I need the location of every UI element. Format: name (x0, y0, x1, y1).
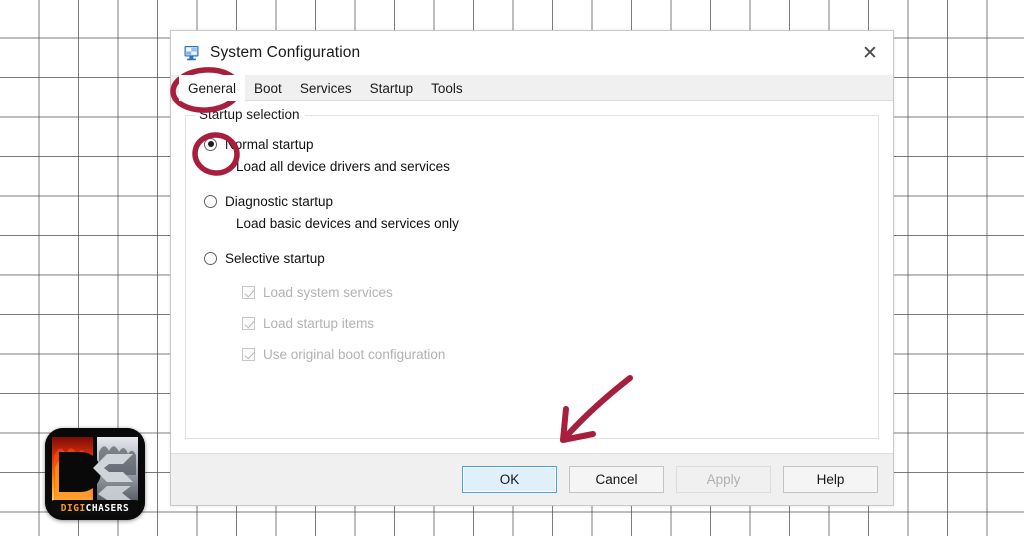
radio-normal-startup-label: Normal startup (225, 136, 314, 152)
radio-normal-startup-indicator[interactable] (204, 137, 217, 151)
close-icon[interactable]: ✕ (847, 31, 893, 75)
tab-services[interactable]: Services (291, 75, 361, 101)
tab-services-label: Services (299, 80, 352, 96)
radio-selective-startup-indicator[interactable] (204, 251, 217, 265)
system-configuration-dialog: System Configuration ✕ General Boot Serv… (170, 30, 894, 506)
ok-button[interactable]: OK (462, 466, 557, 493)
radio-selective-startup-label: Selective startup (225, 250, 325, 266)
checkbox-load-system-services-label: Load system services (263, 285, 393, 300)
startup-selection-group: Startup selection Normal startup Load al… (185, 107, 879, 439)
system-configuration-icon (183, 44, 201, 62)
tab-panel-general: Startup selection Normal startup Load al… (171, 101, 893, 453)
apply-button-label: Apply (706, 472, 741, 487)
radio-diagnostic-startup[interactable]: Diagnostic startup (204, 190, 878, 212)
radio-diagnostic-startup-indicator[interactable] (204, 194, 217, 208)
tab-startup-label: Startup (369, 80, 414, 96)
tab-boot[interactable]: Boot (245, 75, 291, 101)
help-button[interactable]: Help (783, 466, 878, 493)
checkbox-use-original-boot-configuration-box (242, 348, 255, 361)
tab-general[interactable]: General (179, 75, 246, 101)
tab-tools[interactable]: Tools (422, 75, 472, 101)
dialog-footer: OK Cancel Apply Help (171, 453, 893, 505)
radio-selective-startup[interactable]: Selective startup (204, 247, 878, 269)
checkbox-load-system-services-box (242, 286, 255, 299)
ok-button-label: OK (499, 472, 520, 487)
checkbox-load-startup-items-box (242, 317, 255, 330)
logo-wordmark-part2: CHASERS (85, 503, 130, 514)
checkbox-use-original-boot-configuration-label: Use original boot configuration (263, 347, 446, 362)
title-bar: System Configuration ✕ (171, 31, 893, 75)
apply-button: Apply (676, 466, 771, 493)
tab-general-label: General (188, 80, 237, 96)
help-button-label: Help (816, 472, 845, 487)
tab-tools-label: Tools (431, 80, 463, 96)
checkbox-load-startup-items-label: Load startup items (263, 316, 375, 331)
logo-wordmark-part1: DIGI (60, 503, 86, 514)
tab-startup[interactable]: Startup (361, 75, 423, 101)
checkbox-load-startup-items: Load startup items (242, 313, 878, 334)
logo-wordmark: DIGICHASERS (45, 503, 145, 514)
checkbox-use-original-boot-configuration: Use original boot configuration (242, 344, 878, 365)
tab-boot-label: Boot (254, 80, 282, 96)
cancel-button[interactable]: Cancel (569, 466, 664, 493)
normal-startup-description: Load all device drivers and services (236, 159, 450, 174)
startup-selection-label: Startup selection (196, 107, 305, 122)
window-title: System Configuration (210, 44, 361, 61)
diagnostic-startup-description: Load basic devices and services only (236, 216, 459, 231)
radio-normal-startup[interactable]: Normal startup (204, 133, 878, 155)
digichasers-watermark-logo: DIGICHASERS (45, 428, 145, 520)
tab-strip: General Boot Services Startup Tools (171, 75, 893, 101)
screenshot-canvas: System Configuration ✕ General Boot Serv… (0, 0, 1024, 536)
cancel-button-label: Cancel (595, 472, 638, 487)
checkbox-load-system-services: Load system services (242, 282, 878, 303)
radio-diagnostic-startup-label: Diagnostic startup (225, 193, 334, 209)
